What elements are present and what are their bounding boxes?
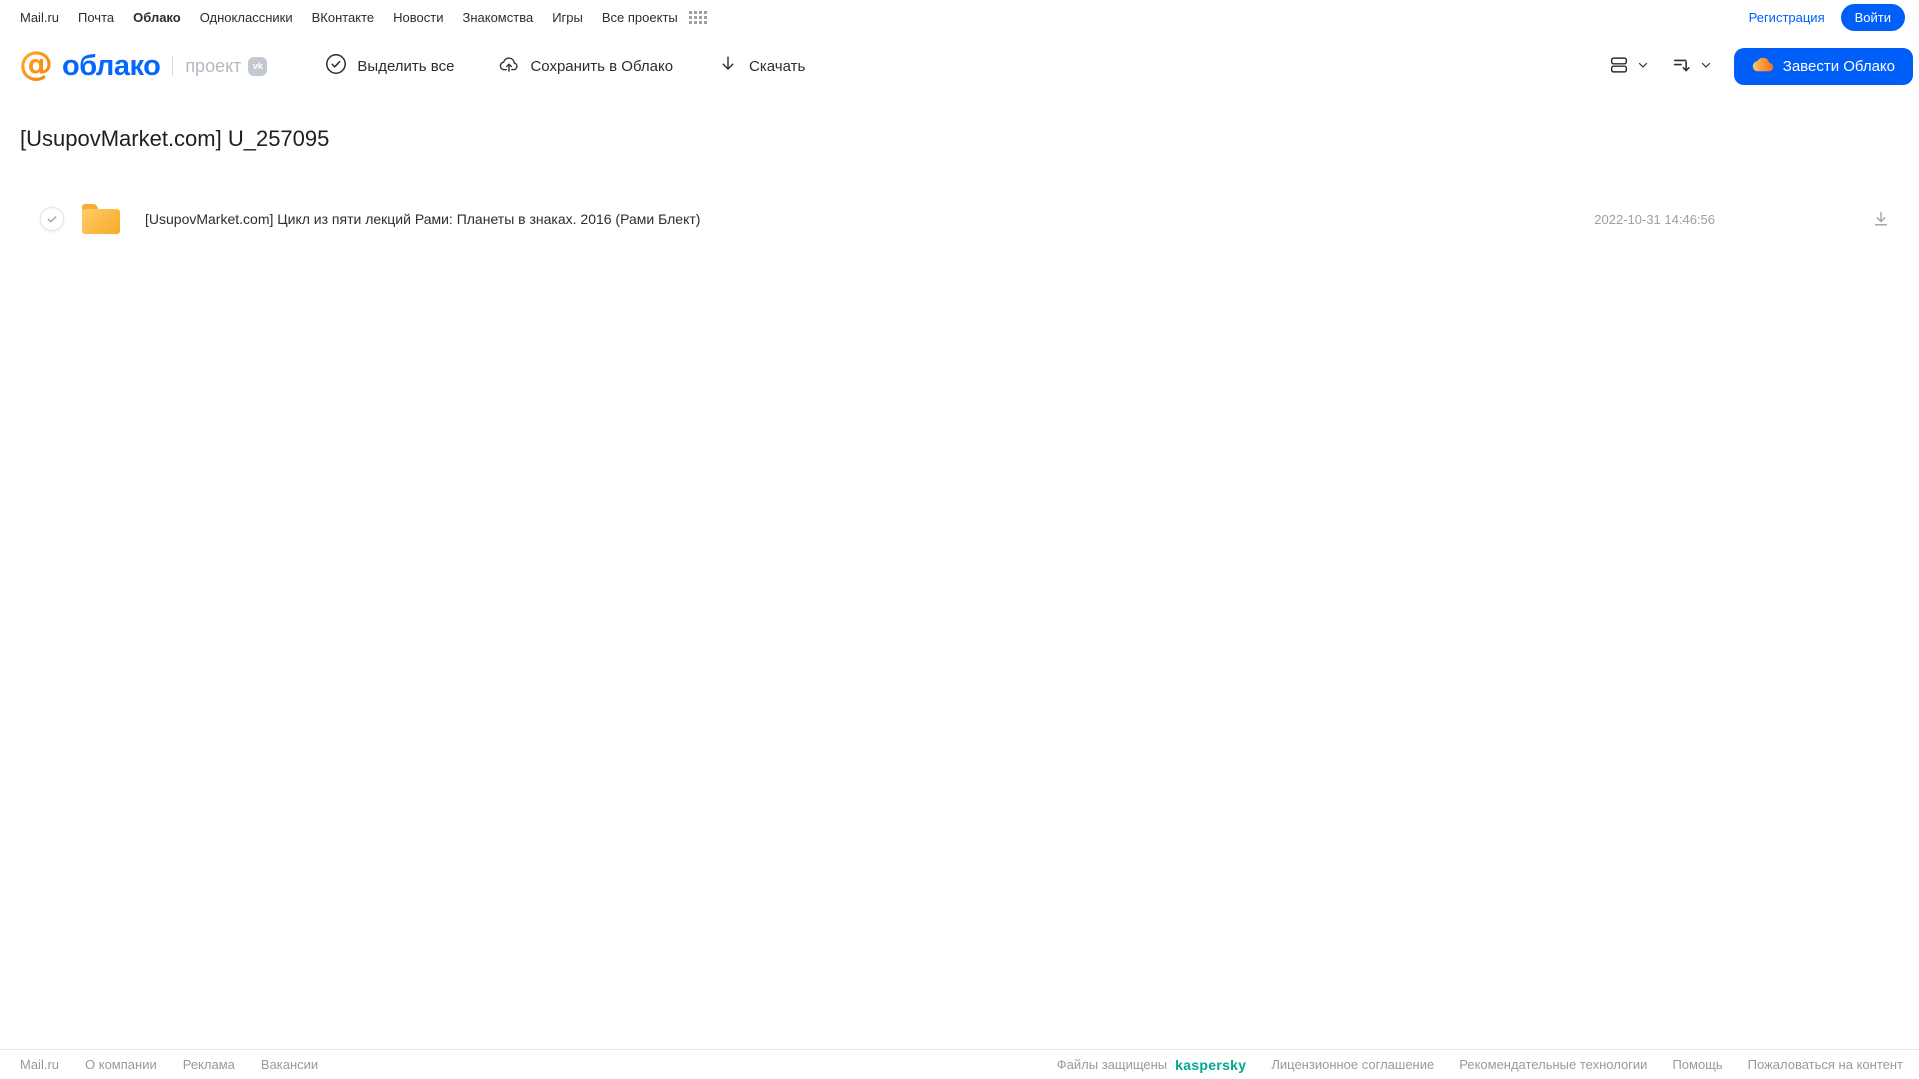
topnav-item-igry[interactable]: Игры bbox=[552, 10, 583, 25]
cloud-upload-icon bbox=[498, 53, 520, 79]
protection-label: Файлы защищены bbox=[1056, 1057, 1168, 1072]
header: @ облако проект vk Выделить все Сохранит… bbox=[0, 34, 1919, 98]
page: Mail.ru Почта Облако Одноклассники ВКонт… bbox=[0, 0, 1919, 1079]
file-date: 2022-10-31 14:46:56 bbox=[1594, 211, 1715, 227]
file-name-link[interactable]: [UsupovMarket.com] Цикл из пяти лекций Р… bbox=[145, 211, 1594, 227]
download-arrow-icon bbox=[717, 53, 739, 79]
register-link[interactable]: Регистрация bbox=[1749, 10, 1825, 25]
topnav-item-znakomstva[interactable]: Знакомства bbox=[462, 10, 533, 25]
footer: Mail.ru О компании Реклама Вакансии Файл… bbox=[0, 1049, 1919, 1079]
footer-link-recommendations[interactable]: Рекомендательные технологии bbox=[1459, 1057, 1647, 1072]
file-row[interactable]: [UsupovMarket.com] Цикл из пяти лекций Р… bbox=[0, 194, 1919, 244]
apps-grid-icon[interactable] bbox=[688, 10, 707, 24]
mailru-at-icon: @ bbox=[16, 44, 56, 89]
topnav-item-odnoklassniki[interactable]: Одноклассники bbox=[200, 10, 293, 25]
save-to-cloud-label: Сохранить в Облако bbox=[530, 57, 674, 75]
select-all-button[interactable]: Выделить все bbox=[325, 53, 454, 79]
sort-icon bbox=[1671, 54, 1693, 79]
save-to-cloud-button[interactable]: Сохранить в Облако bbox=[498, 53, 673, 79]
chevron-down-icon bbox=[1700, 59, 1712, 74]
chevron-down-icon bbox=[1637, 59, 1649, 74]
view-mode-button[interactable] bbox=[1608, 54, 1649, 79]
footer-link-report-content[interactable]: Пожаловаться на контент bbox=[1748, 1057, 1903, 1072]
footer-link-ads[interactable]: Реклама bbox=[183, 1057, 235, 1072]
project-label: проект bbox=[185, 55, 242, 76]
logo-divider bbox=[172, 56, 174, 76]
row-download-button[interactable] bbox=[1871, 209, 1891, 229]
footer-link-license[interactable]: Лицензионное соглашение bbox=[1271, 1057, 1434, 1072]
topnav-item-mailru[interactable]: Mail.ru bbox=[20, 10, 59, 25]
kaspersky-logo[interactable]: kaspersky bbox=[1175, 1057, 1246, 1073]
svg-text:@: @ bbox=[19, 44, 53, 84]
toolbar: Выделить все Сохранить в Облако Скачать bbox=[325, 53, 805, 79]
kaspersky-protection: Файлы защищены kaspersky bbox=[1057, 1057, 1247, 1073]
download-label: Скачать bbox=[749, 57, 806, 75]
topnav-links: Mail.ru Почта Облако Одноклассники ВКонт… bbox=[20, 10, 707, 25]
footer-right-links: Файлы защищены kaspersky Лицензионное со… bbox=[1057, 1057, 1903, 1073]
topnav-auth: Регистрация Войти bbox=[1749, 3, 1905, 31]
header-controls: Завести Облако bbox=[1608, 47, 1913, 85]
cloud-logo[interactable]: @ облако проект vk bbox=[16, 44, 268, 89]
select-all-label: Выделить все bbox=[357, 57, 455, 75]
footer-left-links: Mail.ru О компании Реклама Вакансии bbox=[20, 1057, 318, 1072]
topnav-item-all-projects[interactable]: Все проекты bbox=[602, 10, 678, 25]
topnav-item-vkontakte[interactable]: ВКонтакте bbox=[312, 10, 375, 25]
main-content: [UsupovMarket.com] U_257095 [UsupovMarke… bbox=[0, 98, 1919, 1049]
brand-name: облако bbox=[62, 49, 161, 82]
page-title: [UsupovMarket.com] U_257095 bbox=[20, 126, 330, 151]
cloud-icon bbox=[1752, 56, 1774, 77]
download-to-line-icon bbox=[1874, 211, 1888, 226]
topnav-item-novosti[interactable]: Новости bbox=[393, 10, 443, 25]
get-cloud-button[interactable]: Завести Облако bbox=[1733, 47, 1913, 85]
list-view-icon bbox=[1608, 54, 1630, 79]
checkmark-icon bbox=[47, 216, 57, 223]
download-button[interactable]: Скачать bbox=[717, 53, 805, 79]
topnav-item-oblako[interactable]: Облако bbox=[133, 10, 181, 25]
get-cloud-label: Завести Облако bbox=[1782, 57, 1895, 75]
footer-link-help[interactable]: Помощь bbox=[1672, 1057, 1722, 1072]
top-nav: Mail.ru Почта Облако Одноклассники ВКонт… bbox=[0, 0, 1919, 34]
row-checkbox[interactable] bbox=[40, 207, 64, 231]
sort-button[interactable] bbox=[1671, 54, 1712, 79]
vk-badge-icon: vk bbox=[248, 56, 268, 76]
topnav-item-pochta[interactable]: Почта bbox=[78, 10, 114, 25]
folder-icon bbox=[82, 204, 120, 234]
check-circle-icon bbox=[325, 53, 347, 79]
footer-link-jobs[interactable]: Вакансии bbox=[261, 1057, 318, 1072]
login-button[interactable]: Войти bbox=[1840, 3, 1905, 31]
footer-link-mailru[interactable]: Mail.ru bbox=[20, 1057, 59, 1072]
footer-link-about[interactable]: О компании bbox=[85, 1057, 157, 1072]
